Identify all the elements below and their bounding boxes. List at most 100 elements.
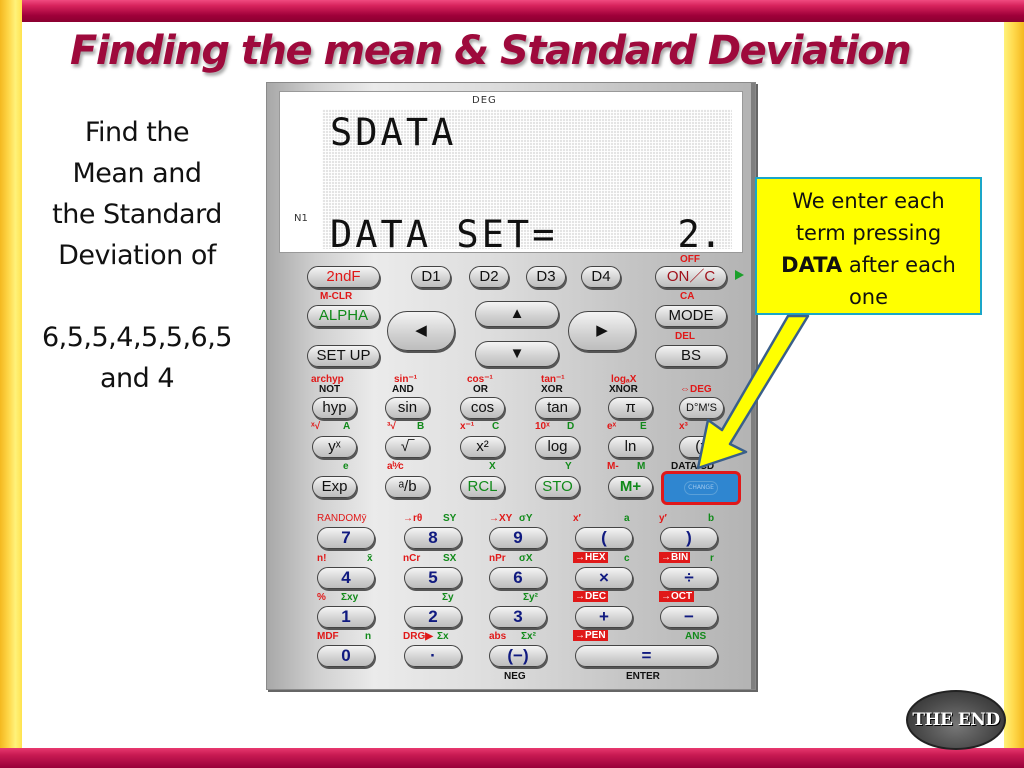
- key-data-face: CHANGE: [684, 481, 718, 495]
- key-6[interactable]: 6: [489, 567, 547, 589]
- label-sum-x: Σx: [437, 631, 449, 642]
- key-d1[interactable]: D1: [411, 266, 451, 288]
- key-bs[interactable]: BS: [655, 345, 727, 367]
- key-sqrt[interactable]: √‾: [385, 436, 430, 458]
- key-decimal[interactable]: ·: [404, 645, 462, 667]
- label-sigma-x: σX: [519, 553, 533, 564]
- key-negative[interactable]: (−): [489, 645, 547, 667]
- slide-frame-top: [0, 0, 1024, 22]
- label-xnor: XNOR: [609, 384, 638, 395]
- key-equals[interactable]: =: [575, 645, 718, 667]
- key-x2[interactable]: x²: [460, 436, 505, 458]
- label-tenx: 10ˣ: [535, 421, 550, 432]
- label-y-prime: y′: [659, 513, 667, 524]
- key-alpha[interactable]: ALPHA: [307, 305, 380, 327]
- key-data-highlighted[interactable]: CHANGE: [661, 471, 741, 505]
- key-d2[interactable]: D2: [469, 266, 509, 288]
- data-values-tail: and 4: [99, 363, 175, 394]
- slide-frame-bottom: [0, 748, 1024, 768]
- label-sum-xy: Σxy: [341, 592, 359, 603]
- label-abc: aᵇ⁄c: [387, 461, 404, 472]
- key-tan[interactable]: tan: [535, 397, 580, 419]
- label-sx: SX: [443, 553, 457, 564]
- key-d4[interactable]: D4: [581, 266, 621, 288]
- key-left[interactable]: ◀: [387, 311, 455, 351]
- label-r-low: r: [710, 553, 714, 564]
- label-a: A: [343, 421, 351, 432]
- label-and: AND: [392, 384, 414, 395]
- key-2ndf[interactable]: 2ndF: [307, 266, 380, 288]
- key-2[interactable]: 2: [404, 606, 462, 628]
- instruction-callout: We enter each term pressing DATA after e…: [755, 177, 982, 315]
- key-log[interactable]: log: [535, 436, 580, 458]
- label-npr: nPr: [489, 553, 506, 564]
- key-minus[interactable]: −: [660, 606, 718, 628]
- label-d: D: [567, 421, 575, 432]
- label-sigma-y: σY: [519, 513, 533, 524]
- key-setup[interactable]: SET UP: [307, 345, 380, 367]
- key-ln[interactable]: ln: [608, 436, 653, 458]
- label-b: B: [417, 421, 425, 432]
- label-to-dec: →DEC: [573, 591, 609, 602]
- key-4[interactable]: 4: [317, 567, 375, 589]
- key-ab-c[interactable]: ᵃ/b: [385, 476, 430, 498]
- display-line-1: SDATA: [330, 111, 457, 154]
- key-paren-x[interactable]: (x: [679, 436, 724, 458]
- label-off: OFF: [680, 254, 700, 265]
- label-to-r-theta: →rθ: [403, 513, 423, 524]
- key-9[interactable]: 9: [489, 527, 547, 549]
- key-d3[interactable]: D3: [526, 266, 566, 288]
- key-yx[interactable]: yˣ: [312, 436, 357, 458]
- key-down[interactable]: ▼: [475, 341, 559, 367]
- label-del: DEL: [675, 331, 695, 342]
- label-c-low: c: [624, 553, 630, 564]
- key-sin[interactable]: sin: [385, 397, 430, 419]
- key-3[interactable]: 3: [489, 606, 547, 628]
- play-indicator-icon: [735, 270, 744, 280]
- display-value: 2.: [677, 213, 722, 256]
- key-right[interactable]: ▶: [568, 311, 636, 351]
- label-ncr: nCr: [403, 553, 421, 564]
- key-sto[interactable]: STO: [535, 476, 580, 498]
- label-neg: NEG: [504, 671, 526, 682]
- key-rcl[interactable]: RCL: [460, 476, 505, 498]
- key-plus[interactable]: +: [575, 606, 633, 628]
- key-cos[interactable]: cos: [460, 397, 505, 419]
- label-x-bar: x̄: [367, 553, 373, 564]
- key-1[interactable]: 1: [317, 606, 375, 628]
- label-y-var: Y: [565, 461, 572, 472]
- key-on-c[interactable]: ON／C: [655, 266, 727, 288]
- callout-line: DATA after each: [757, 249, 980, 281]
- key-multiply[interactable]: ×: [575, 567, 633, 589]
- key-dms[interactable]: D°M′S: [679, 397, 724, 419]
- label-percent: %: [317, 592, 326, 603]
- label-cbrt: ³√: [387, 421, 396, 432]
- key-pi[interactable]: π: [608, 397, 653, 419]
- label-mdf: MDF: [317, 631, 339, 642]
- key-mode[interactable]: MODE: [655, 305, 727, 327]
- label-c: C: [492, 421, 500, 432]
- key-7[interactable]: 7: [317, 527, 375, 549]
- label-x-prime: x′: [573, 513, 581, 524]
- key-8[interactable]: 8: [404, 527, 462, 549]
- label-not: NOT: [319, 384, 341, 395]
- key-exp[interactable]: Exp: [312, 476, 357, 498]
- key-left-paren[interactable]: (: [575, 527, 633, 549]
- calculator-edge: [751, 83, 755, 689]
- key-m-plus[interactable]: M+: [608, 476, 653, 498]
- label-sum-x2: Σx²: [521, 631, 536, 642]
- problem-line: Find the: [84, 117, 190, 148]
- calculator-display: DEG N1 SDATA DATA SET= 2.: [279, 91, 743, 253]
- key-divide[interactable]: ÷: [660, 567, 718, 589]
- label-ca: CA: [680, 291, 695, 302]
- label-a-low: a: [624, 513, 630, 524]
- label-x3: x³: [679, 421, 688, 432]
- key-right-paren[interactable]: ): [660, 527, 718, 549]
- key-0[interactable]: 0: [317, 645, 375, 667]
- the-end-button[interactable]: THE END: [906, 690, 1006, 750]
- label-abs: abs: [489, 631, 507, 642]
- key-5[interactable]: 5: [404, 567, 462, 589]
- key-hyp[interactable]: hyp: [312, 397, 357, 419]
- key-up[interactable]: ▲: [475, 301, 559, 327]
- label-to-bin: →BIN: [659, 552, 691, 563]
